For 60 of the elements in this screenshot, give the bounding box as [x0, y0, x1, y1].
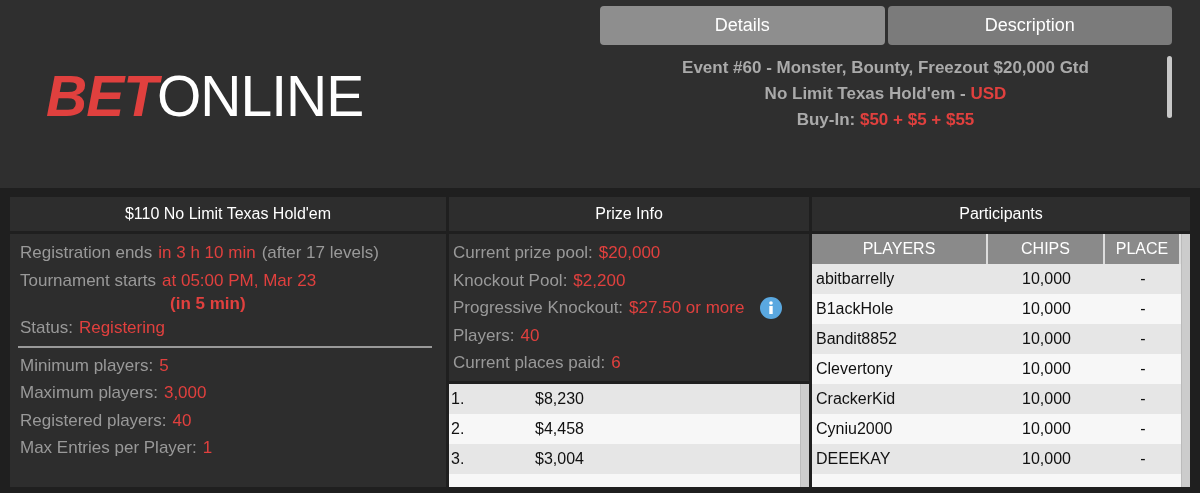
table-cell: - [1105, 444, 1181, 474]
info-label: Tournament starts [20, 269, 157, 292]
column-header[interactable]: PLACE [1105, 234, 1181, 264]
scrollbar[interactable] [800, 383, 809, 487]
betonline-logo: BETONLINE [46, 67, 364, 125]
place-cell-text: 3. [450, 449, 466, 468]
panel-title: Participants [812, 197, 1190, 231]
info-value: $20,000 [598, 242, 661, 264]
info-label: Status: [20, 317, 73, 339]
info-value: 40 [172, 409, 192, 432]
tab[interactable]: Description [887, 6, 1172, 45]
info-value: 6 [611, 352, 621, 374]
info-value: Registering [78, 317, 165, 339]
column-header[interactable]: CHIPS [988, 234, 1105, 264]
table-cell: - [1105, 264, 1181, 294]
info-value: $2,200 [573, 269, 626, 292]
scrollbar[interactable] [1181, 234, 1190, 487]
table-cell: DEEEKAY [812, 444, 988, 474]
place-cell-text: 2. [450, 419, 466, 438]
info-value: 1 [202, 437, 213, 459]
table-cell: 10,000 [988, 264, 1105, 294]
event-info-text: Buy-In: $50 + $5 + $55 [796, 110, 975, 130]
info-value: 3,000 [163, 382, 207, 404]
table-cell: CrackerKid [812, 384, 988, 414]
info-value: $27.50 or more [629, 297, 745, 319]
info-value: (in 5 min) [170, 294, 246, 314]
place-cell-text: 1. [450, 389, 466, 408]
amount-cell: $8,230 [535, 389, 584, 408]
info-note: (after 17 levels) [261, 242, 379, 264]
info-value: at 05:00 PM, Mar 23 [162, 269, 317, 292]
table-cell: abitbarrelly [812, 264, 988, 294]
info-value: in 3 h 10 min [158, 242, 256, 264]
info-value: 5 [159, 354, 169, 377]
info-label: Players: [453, 324, 515, 347]
scrollbar[interactable] [1167, 56, 1172, 118]
panel-title: $110 No Limit Texas Hold'em [10, 197, 446, 231]
column-header[interactable]: PLAYERS [812, 234, 988, 264]
amount-cell: $4,458 [535, 419, 584, 438]
event-info-text: Event #60 - Monster, Bounty, Freezout $20,000 Gtd [682, 58, 1089, 78]
info-value: 40 [520, 324, 540, 347]
table-cell: 10,000 [988, 324, 1105, 354]
info-label: Registered players: [20, 409, 167, 432]
info-label: Current places paid: [453, 352, 606, 374]
tab[interactable]: Details [600, 6, 885, 45]
info-icon[interactable] [760, 297, 783, 319]
table-cell: 10,000 [988, 384, 1105, 414]
table-cell: - [1105, 384, 1181, 414]
table-cell: Bandit8852 [812, 324, 988, 354]
table-cell: 10,000 [988, 444, 1105, 474]
info-label: Maximum players: [20, 382, 158, 404]
panel-title: Prize Info [449, 197, 809, 231]
event-info-text: No Limit Texas Hold'em - USD [764, 84, 1007, 104]
info-label: Current prize pool: [453, 242, 593, 264]
amount-cell: $3,004 [535, 449, 584, 468]
info-label: Progressive Knockout: [453, 297, 624, 319]
table-cell: - [1105, 324, 1181, 354]
info-label: Knockout Pool: [453, 269, 568, 292]
info-label: Minimum players: [20, 354, 154, 377]
info-label: Max Entries per Player: [20, 437, 197, 459]
info-label: Registration ends [20, 242, 153, 264]
